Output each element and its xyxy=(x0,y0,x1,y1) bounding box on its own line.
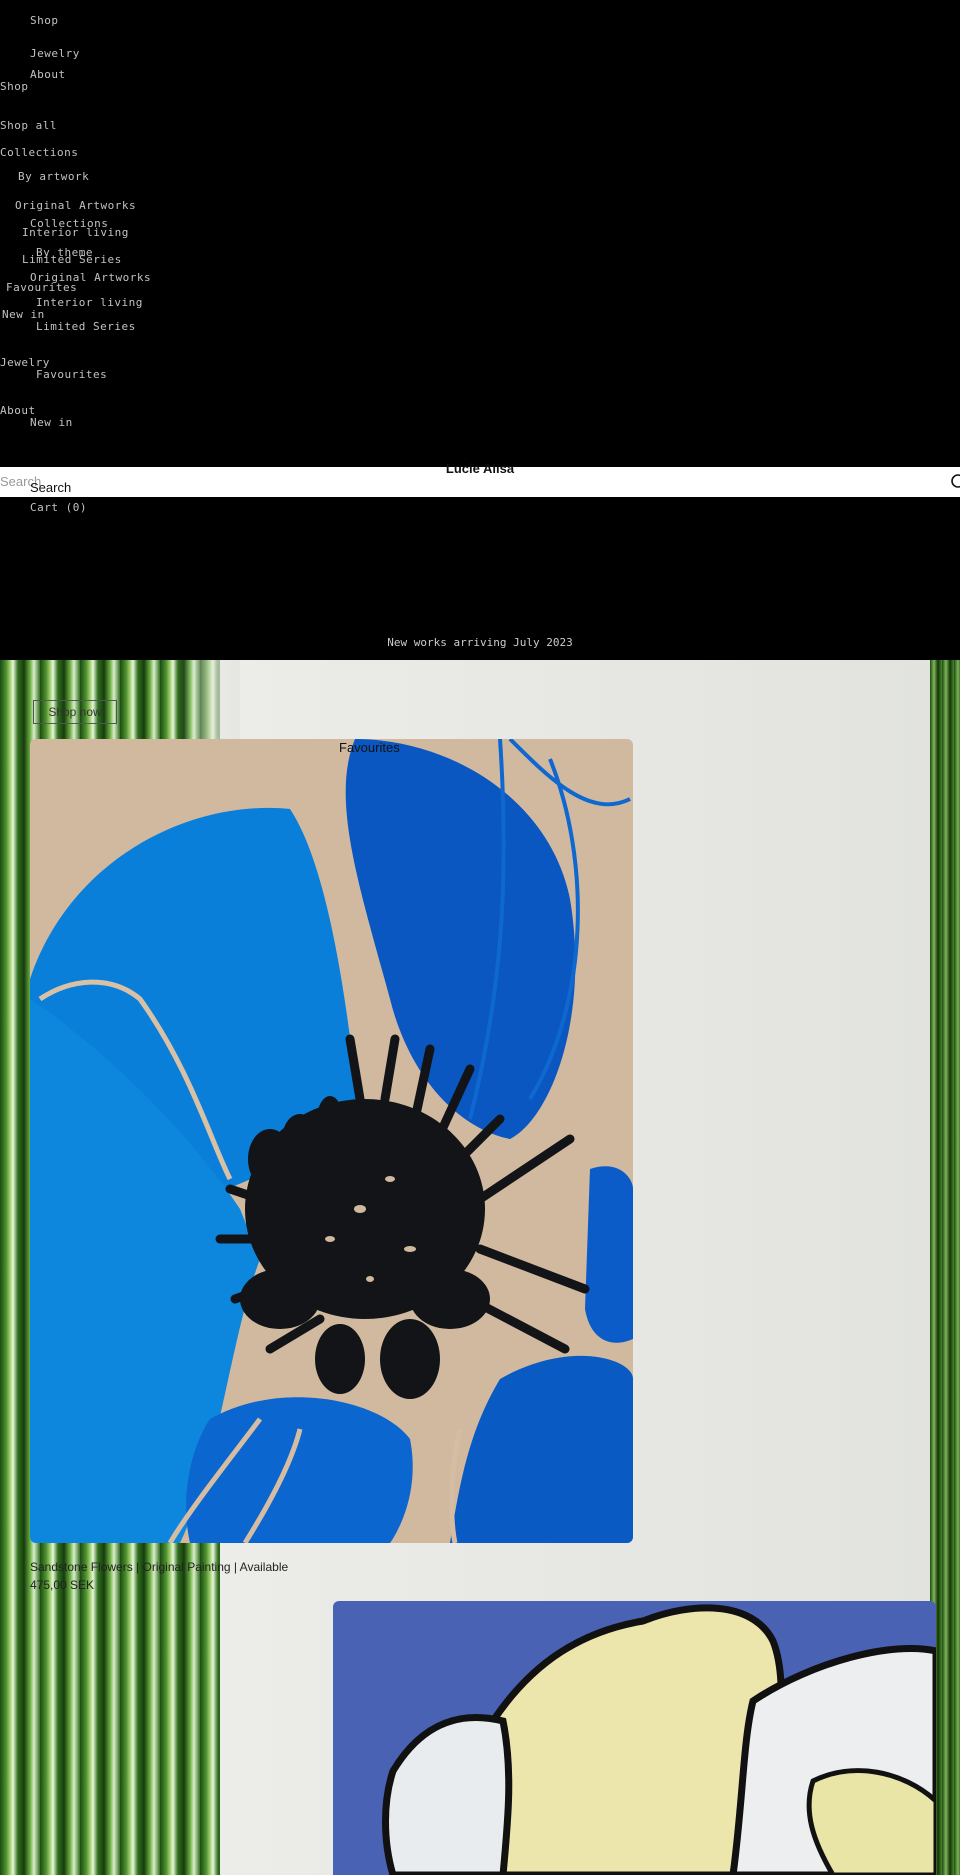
nav-original-artworks[interactable]: Original Artworks xyxy=(15,199,136,212)
header-bar: Lucie Alisa xyxy=(0,461,960,497)
nav-interior-living[interactable]: Interior living xyxy=(22,226,129,239)
search-icon[interactable] xyxy=(950,473,960,489)
nav-shop[interactable]: Shop xyxy=(30,14,59,27)
shop-now-button[interactable]: Shop now xyxy=(33,700,117,724)
product-image-2[interactable] xyxy=(333,1601,936,1875)
nav-new-in-2[interactable]: New in xyxy=(30,416,73,429)
search-label[interactable]: Search xyxy=(30,480,71,495)
nav-collections[interactable]: Collections xyxy=(0,146,78,159)
nav-about[interactable]: About xyxy=(30,68,66,81)
nav-favourites-2[interactable]: Favourites xyxy=(36,368,107,381)
hero-section: Shop now Favourites Sandstone Flowers | … xyxy=(0,660,960,1875)
nav-limited-series-2[interactable]: Limited Series xyxy=(36,320,136,333)
nav-interior-living-2[interactable]: Interior living xyxy=(36,296,143,309)
submenu-heading-shop[interactable]: Shop xyxy=(0,80,29,93)
nav-limited-series[interactable]: Limited Series xyxy=(22,253,122,266)
product-image[interactable] xyxy=(30,739,633,1543)
nav-shop-all[interactable]: Shop all xyxy=(0,119,57,132)
nav-by-artwork[interactable]: By artwork xyxy=(18,170,89,183)
cart-link[interactable]: Cart (0) xyxy=(30,501,87,514)
section-title-favourites: Favourites xyxy=(339,740,400,755)
yellow-flower-painting xyxy=(333,1601,936,1875)
nav-jewelry[interactable]: Jewelry xyxy=(30,47,80,60)
nav-favourites[interactable]: Favourites xyxy=(6,281,77,294)
blue-flower-painting xyxy=(30,739,633,1543)
announcement-banner: New works arriving July 2023 xyxy=(387,636,573,649)
product-price: 475,00 SEK xyxy=(30,1578,95,1592)
product-title[interactable]: Sandstone Flowers | Original Painting | … xyxy=(30,1560,288,1574)
